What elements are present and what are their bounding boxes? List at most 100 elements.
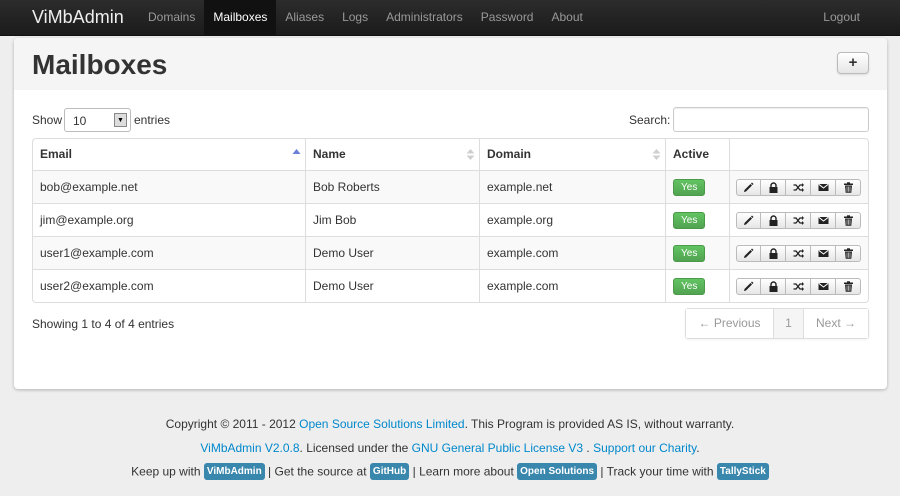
mailboxes-panel: Mailboxes + Show 10 ▼ entries Search: Em… [14, 38, 887, 389]
main-nav: Domains Mailboxes Aliases Logs Administr… [139, 0, 592, 36]
aliases-button[interactable] [786, 278, 811, 295]
cell-actions [729, 171, 868, 203]
table-row: bob@example.net Bob Roberts example.net … [33, 170, 868, 203]
track-text: Track your time with [606, 464, 714, 479]
aliases-button[interactable] [786, 179, 811, 196]
tallystick-tag[interactable]: TallyStick [716, 463, 769, 480]
copyright-text: Copyright © 2011 - 2012 [165, 417, 296, 431]
header-actions [729, 139, 868, 170]
active-toggle[interactable]: Yes [673, 179, 706, 196]
cell-email: bob@example.net [40, 180, 138, 194]
aliases-button[interactable] [786, 245, 811, 262]
email-settings-button[interactable] [811, 212, 836, 229]
delete-button[interactable] [836, 278, 861, 295]
edit-button[interactable] [736, 278, 761, 295]
learn-text: Learn more about [419, 464, 514, 479]
table-row: jim@example.org Jim Bob example.org Yes [33, 203, 868, 236]
nav-about[interactable]: About [542, 0, 591, 36]
delete-button[interactable] [836, 179, 861, 196]
mailboxes-table: Email Name Domain Active bob@example.net… [32, 138, 869, 303]
page-1-button[interactable]: 1 [773, 309, 804, 338]
brand-logo[interactable]: ViMbAdmin [32, 6, 124, 28]
password-button[interactable] [761, 212, 786, 229]
oss-link[interactable]: Open Source Solutions Limited [299, 417, 464, 431]
header-domain[interactable]: Domain [479, 139, 665, 170]
nav-logs[interactable]: Logs [333, 0, 377, 36]
edit-button[interactable] [736, 179, 761, 196]
envelope-icon [817, 282, 829, 290]
lock-icon [769, 281, 777, 292]
charity-link[interactable]: Support our Charity [593, 441, 696, 455]
keep-up-text: Keep up with [131, 464, 201, 479]
page-title: Mailboxes [32, 49, 168, 80]
previous-page-button[interactable]: ← Previous [686, 309, 773, 338]
aliases-button[interactable] [786, 212, 811, 229]
cell-active: Yes [665, 204, 729, 236]
cell-email: jim@example.org [40, 213, 134, 227]
nav-administrators[interactable]: Administrators [377, 0, 472, 36]
footer-separator: | [268, 464, 272, 479]
page-length-value: 10 [73, 114, 87, 128]
logout-link[interactable]: Logout [823, 0, 860, 35]
active-toggle[interactable]: Yes [673, 212, 706, 229]
password-button[interactable] [761, 278, 786, 295]
trash-icon [843, 248, 853, 259]
password-button[interactable] [761, 245, 786, 262]
license-sep: . [586, 441, 590, 455]
show-label: Show [32, 113, 63, 127]
email-settings-button[interactable] [811, 278, 836, 295]
header-active[interactable]: Active [665, 139, 729, 170]
header-email-label: Email [40, 147, 73, 161]
shuffle-icon [793, 216, 804, 225]
cell-domain: example.com [479, 237, 665, 269]
cell-name: Demo User [305, 270, 479, 302]
cell-name: Demo User [305, 237, 479, 269]
sort-asc-icon [292, 149, 301, 154]
cell-domain: example.com [479, 270, 665, 302]
delete-button[interactable] [836, 245, 861, 262]
lock-icon [769, 248, 777, 259]
trash-icon [843, 215, 853, 226]
version-link[interactable]: ViMbAdmin V2.0.8 [200, 441, 299, 455]
nav-aliases[interactable]: Aliases [276, 0, 333, 36]
search-input[interactable] [673, 107, 869, 132]
header-domain-label: Domain [487, 147, 532, 161]
nav-domains[interactable]: Domains [139, 0, 204, 36]
github-tag[interactable]: GitHub [369, 463, 410, 480]
row-actions [736, 245, 868, 262]
shuffle-icon [793, 249, 804, 258]
shuffle-icon [793, 183, 804, 192]
add-mailbox-button[interactable]: + [837, 52, 869, 74]
vimbadmin-tag[interactable]: ViMbAdmin [203, 463, 265, 480]
cell-domain: example.org [479, 204, 665, 236]
active-toggle[interactable]: Yes [673, 245, 706, 262]
edit-button[interactable] [736, 212, 761, 229]
gpl-link[interactable]: GNU General Public License V3 [412, 441, 583, 455]
search-label: Search: [629, 113, 671, 127]
trash-icon [843, 281, 853, 292]
email-settings-button[interactable] [811, 179, 836, 196]
email-settings-button[interactable] [811, 245, 836, 262]
cell-active: Yes [665, 237, 729, 269]
active-toggle[interactable]: Yes [673, 278, 706, 295]
page-length-select[interactable]: 10 ▼ [64, 108, 131, 132]
nav-password[interactable]: Password [472, 0, 543, 36]
cell-active: Yes [665, 270, 729, 302]
next-page-button[interactable]: Next → [804, 309, 868, 338]
header-name[interactable]: Name [305, 139, 479, 170]
delete-button[interactable] [836, 212, 861, 229]
cell-active: Yes [665, 171, 729, 203]
row-actions [736, 179, 868, 196]
password-button[interactable] [761, 179, 786, 196]
table-info: Showing 1 to 4 of 4 entries [32, 317, 175, 331]
cell-actions [729, 270, 868, 302]
open-solutions-tag[interactable]: Open Solutions [517, 463, 598, 480]
lock-icon [769, 182, 777, 193]
pencil-icon [744, 182, 754, 192]
edit-button[interactable] [736, 245, 761, 262]
pencil-icon [744, 248, 754, 258]
nav-mailboxes[interactable]: Mailboxes [204, 0, 277, 36]
pencil-icon [744, 281, 754, 291]
row-actions [736, 212, 868, 229]
header-email[interactable]: Email [33, 139, 305, 170]
